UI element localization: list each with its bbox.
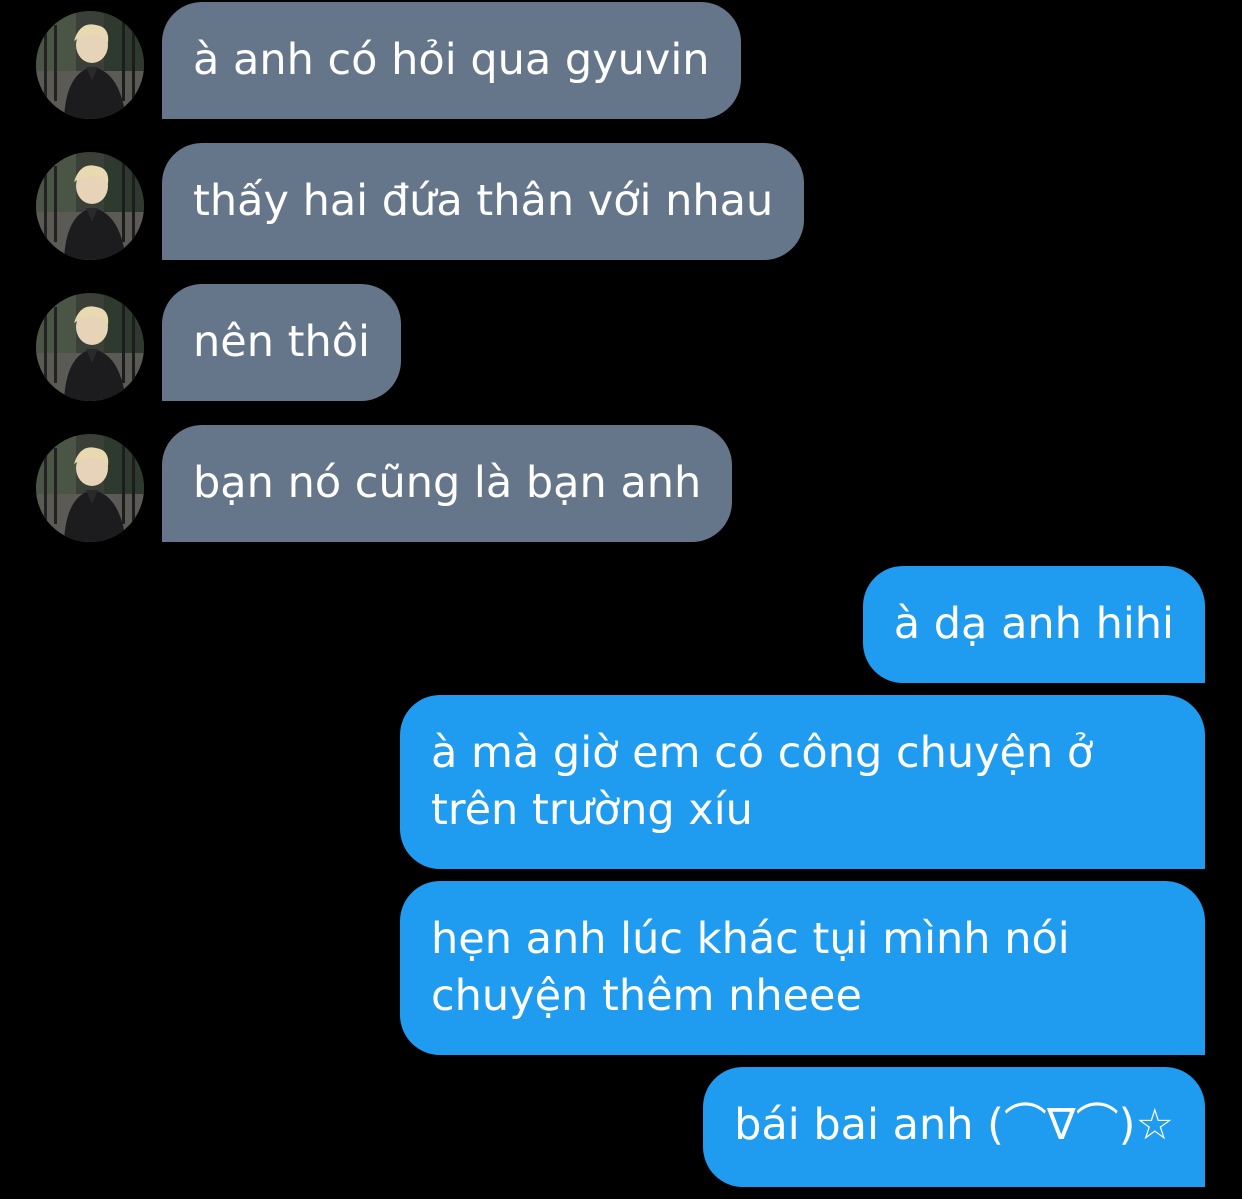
incoming-message-bubble[interactable]: bạn nó cũng là bạn anh	[162, 425, 733, 542]
incoming-message-bubble[interactable]: à anh có hỏi qua gyuvin	[162, 2, 741, 119]
profile-photo-icon	[36, 293, 144, 401]
message-line: trên trường xíu	[431, 785, 753, 835]
outgoing-message-bubble[interactable]: hẹn anh lúc khác tụi mình nói chuyện thê…	[400, 881, 1205, 1055]
outgoing-message-bubble[interactable]: à mà giờ em có công chuyện ở trên trường…	[400, 695, 1205, 869]
contact-avatar[interactable]	[36, 293, 144, 401]
message-line: chuyện thêm nheee	[431, 971, 862, 1021]
message-line: hẹn anh lúc khác tụi mình nói	[431, 914, 1070, 964]
profile-photo-icon	[36, 11, 144, 119]
message-line: à mà giờ em có công chuyện ở	[431, 728, 1094, 778]
contact-avatar[interactable]	[36, 11, 144, 119]
contact-avatar[interactable]	[36, 152, 144, 260]
outgoing-message-bubble[interactable]: bái bai anh (⌒∇⌒)☆	[703, 1067, 1205, 1187]
incoming-message-bubble[interactable]: thấy hai đứa thân với nhau	[162, 143, 805, 260]
outgoing-message-bubble[interactable]: à dạ anh hihi	[862, 566, 1205, 683]
profile-photo-icon	[36, 152, 144, 260]
profile-photo-icon	[36, 434, 144, 542]
incoming-message-bubble[interactable]: nên thôi	[162, 284, 401, 401]
contact-avatar[interactable]	[36, 434, 144, 542]
